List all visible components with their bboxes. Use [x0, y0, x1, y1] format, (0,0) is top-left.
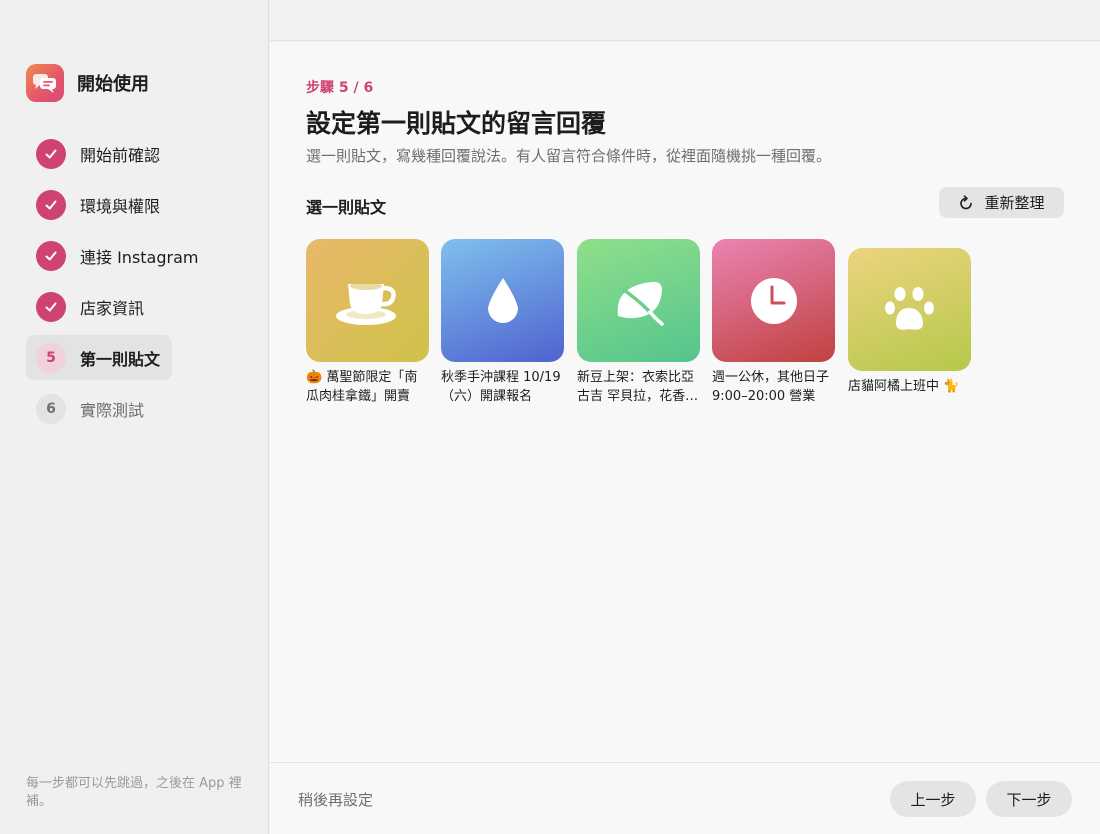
sidebar-step-4[interactable]: 店家資訊 [26, 284, 172, 329]
section-label: 選一則貼文 [306, 198, 387, 217]
post-caption: 🎃 萬聖節限定「南瓜肉桂拿鐵」開賣 [306, 370, 418, 404]
refresh-button[interactable]: 重新整理 [939, 187, 1064, 218]
post-card[interactable]: 新豆上架：衣索比亞 古吉 罕貝拉，花香明亮 [577, 239, 700, 406]
step-indicator: 步驟 5 / 6 [306, 80, 374, 96]
step-label: 第一則貼文 [80, 349, 161, 369]
step-label: 實際測試 [80, 400, 145, 420]
checkmark-icon [36, 240, 66, 271]
post-caption: 秋季手沖課程 10/19（六）開課報名 [441, 370, 561, 404]
page-subtitle: 選一則貼文，寫幾種回覆說法。有人留言符合條件時，從裡面隨機挑一種回覆。 [306, 147, 832, 165]
sidebar-step-1[interactable]: 開始前確認 [26, 131, 172, 176]
post-card[interactable]: 店貓阿橘上班中 🐈 [848, 248, 971, 396]
sidebar-step-5[interactable]: 5 第一則貼文 [26, 335, 172, 380]
clock-icon [712, 239, 835, 362]
app-header: 開始使用 [26, 64, 149, 102]
main-content: 步驟 5 / 6 設定第一則貼文的留言回覆 選一則貼文，寫幾種回覆說法。有人留言… [270, 42, 1100, 762]
previous-button[interactable]: 上一步 [890, 781, 976, 817]
step-number: 6 [36, 393, 66, 424]
sidebar-step-3[interactable]: 連接 Instagram [26, 233, 199, 278]
checkmark-icon [36, 291, 66, 322]
post-card[interactable]: 🎃 萬聖節限定「南瓜肉桂拿鐵」開賣 [306, 239, 429, 406]
coffee-cup-icon [306, 239, 429, 362]
refresh-icon [958, 194, 974, 211]
bottom-bar: 稍後再設定 上一步 下一步 [270, 762, 1100, 834]
post-card[interactable]: 週一公休，其他日子 9:00–20:00 營業 [712, 239, 835, 406]
step-label: 開始前確認 [80, 145, 161, 165]
sidebar-footnote: 每一步都可以先跳過，之後在 App 裡補。 [26, 776, 242, 809]
paw-icon [848, 248, 971, 371]
skip-button[interactable]: 稍後再設定 [298, 789, 373, 810]
water-drop-icon [441, 239, 564, 362]
sidebar-step-6[interactable]: 6 實際測試 [26, 386, 172, 431]
step-label: 店家資訊 [80, 298, 145, 318]
post-card[interactable]: 秋季手沖課程 10/19（六）開課報名 [441, 239, 564, 406]
step-label: 環境與權限 [80, 196, 161, 216]
checkmark-icon [36, 189, 66, 220]
post-caption: 店貓阿橘上班中 🐈 [848, 379, 960, 394]
post-caption: 新豆上架：衣索比亞 古吉 罕貝拉，花香明亮 [577, 370, 699, 404]
next-button[interactable]: 下一步 [986, 781, 1072, 817]
checkmark-icon [36, 138, 66, 169]
refresh-label: 重新整理 [984, 194, 1045, 212]
step-list: 開始前確認 環境與權限 連接 Instagram 店家資訊 5 第一則貼文 6 [26, 131, 256, 437]
sidebar-step-2[interactable]: 環境與權限 [26, 182, 172, 227]
window-toolbar [270, 0, 1100, 41]
step-label: 連接 Instagram [80, 247, 199, 267]
chat-bubble-icon [26, 64, 64, 102]
leaf-icon [577, 239, 700, 362]
page-title: 設定第一則貼文的留言回覆 [306, 109, 607, 138]
post-caption: 週一公休，其他日子 9:00–20:00 營業 [712, 370, 830, 404]
sidebar: 開始使用 開始前確認 環境與權限 連接 Instagram 店家資訊 5 第一則… [0, 0, 269, 834]
step-number: 5 [36, 342, 66, 373]
app-title: 開始使用 [77, 74, 149, 95]
